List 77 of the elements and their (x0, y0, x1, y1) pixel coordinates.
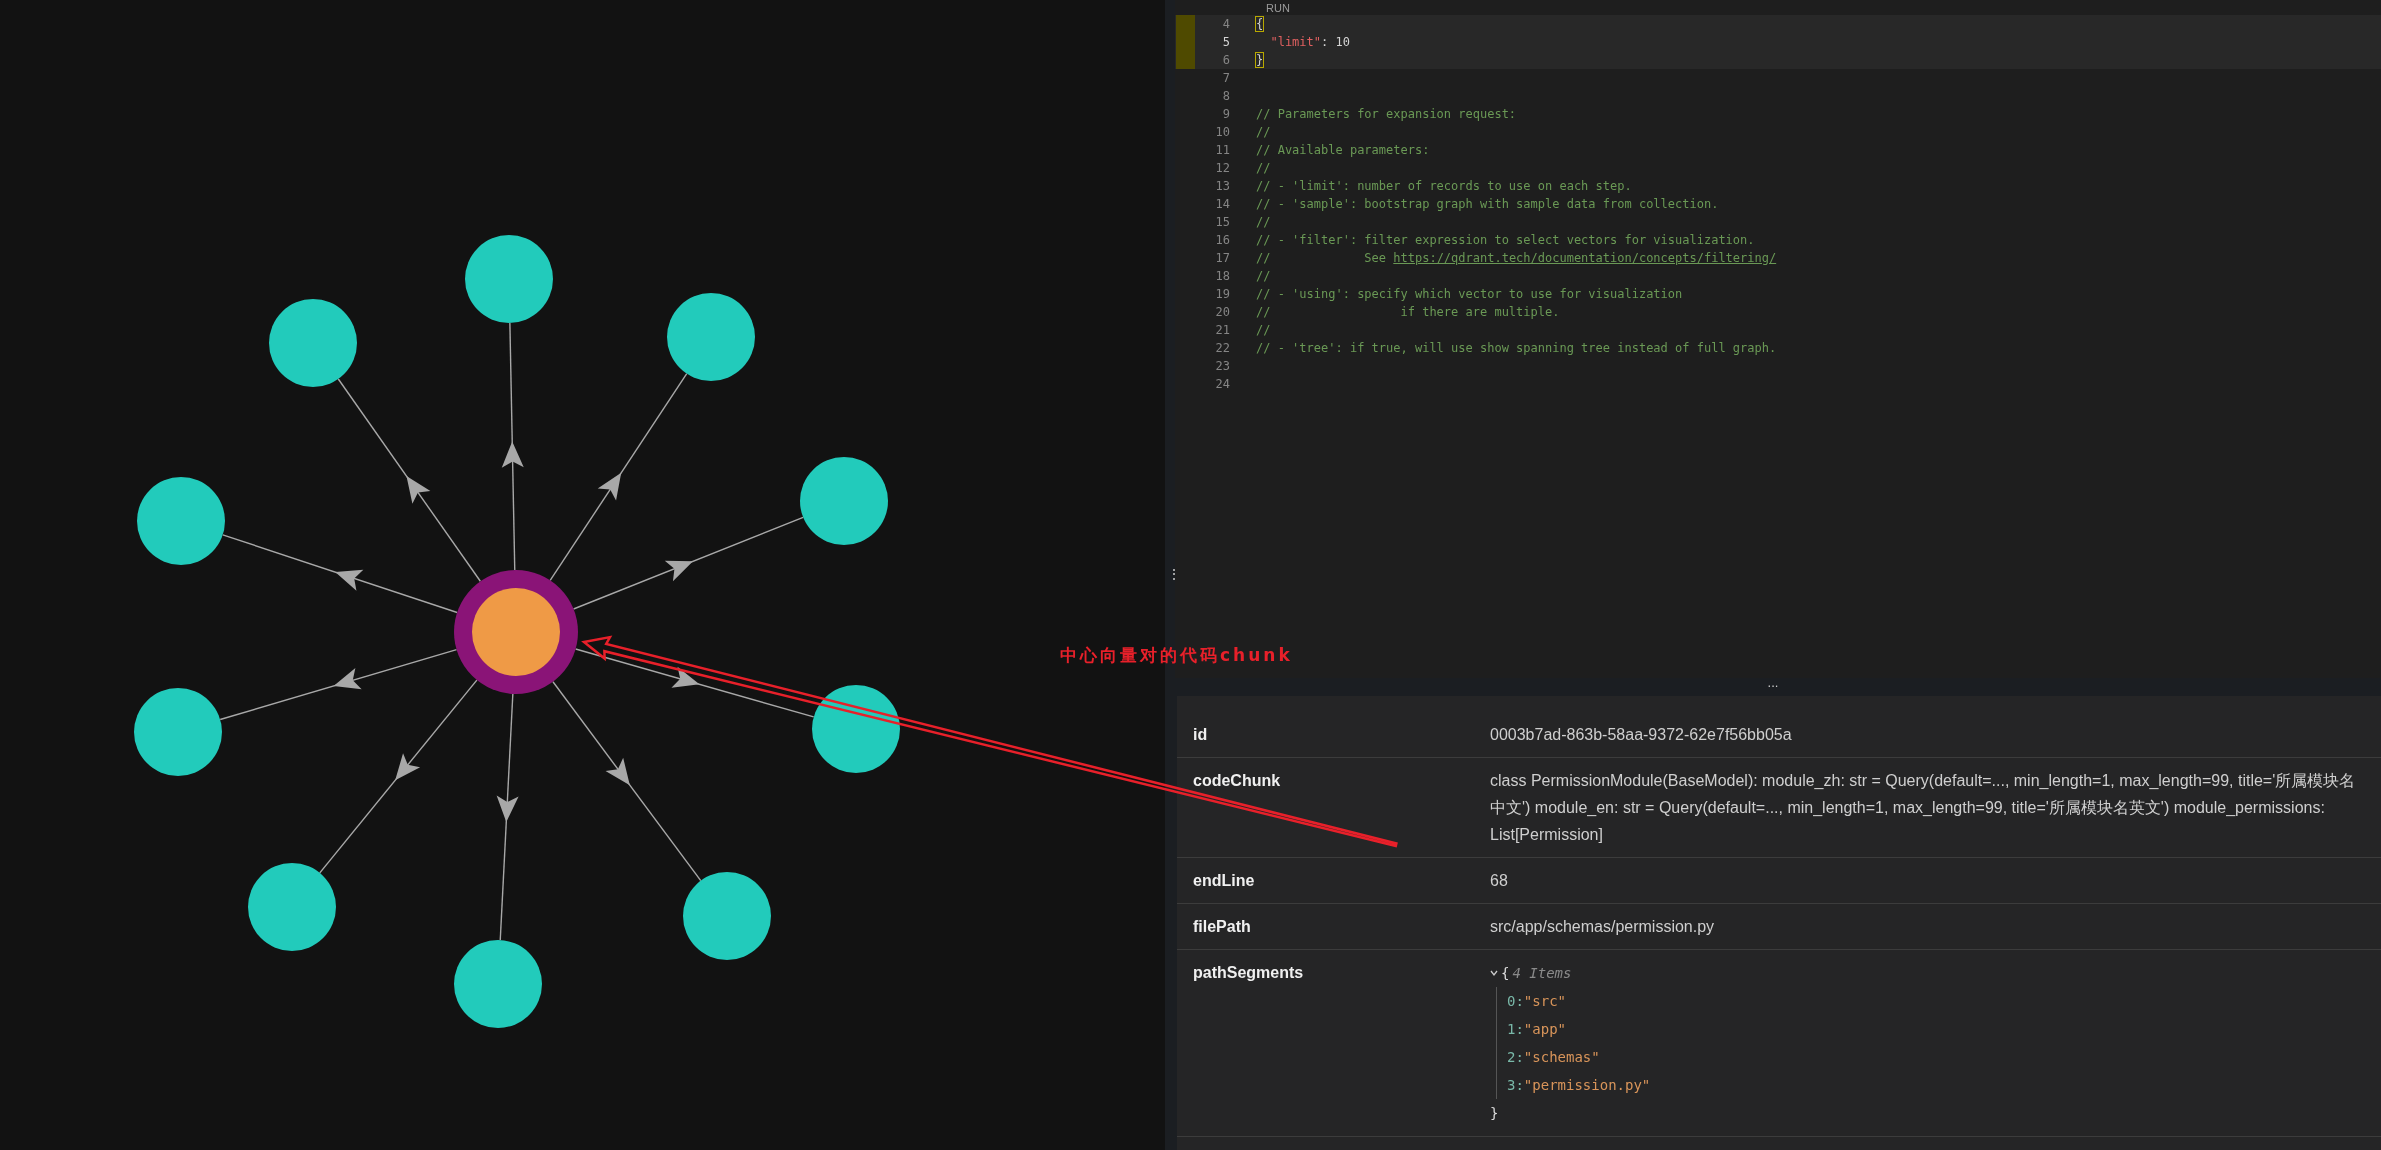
line-number: 20 (1214, 305, 1230, 319)
item-count: 4 Items (1512, 964, 1572, 983)
line-number: 8 (1221, 89, 1230, 103)
field-value: src/app/schemas/permission.py (1490, 917, 1715, 937)
resize-handle[interactable]: ... (1767, 678, 1779, 688)
resize-handle[interactable]: ⋮ (1167, 566, 1181, 582)
array-index: 1: (1507, 1020, 1524, 1039)
code-line: // (1256, 125, 1271, 139)
caret-icon[interactable] (1490, 969, 1498, 977)
field-key: pathSegments (1193, 959, 1304, 986)
line-number: 23 (1214, 359, 1230, 373)
line-number: 18 (1214, 269, 1230, 283)
line-number: 9 (1221, 107, 1230, 121)
field-key: filePath (1193, 913, 1251, 940)
line-number: 21 (1214, 323, 1230, 337)
line-number: 4 (1221, 17, 1230, 31)
array-value: "schemas" (1523, 1048, 1600, 1067)
code-line: // - 'filter': filter expression to select vectors for visualization. (1256, 233, 1755, 247)
graph-node[interactable] (248, 863, 336, 951)
code-line: { (1256, 17, 1264, 31)
code-line: // Available parameters: (1256, 143, 1430, 157)
line-number: 16 (1214, 233, 1230, 247)
code-line: // - 'using': specify which vector to use for visualization (1256, 287, 1683, 301)
graph-node[interactable] (137, 477, 225, 565)
field-value: 68 (1490, 871, 1508, 891)
line-number: 6 (1221, 53, 1230, 67)
run-label[interactable]: RUN (1266, 2, 1290, 15)
code-line: // Parameters for expansion request: (1256, 107, 1517, 121)
array-value: "permission.py" (1523, 1076, 1651, 1095)
field-value: class PermissionModule(BaseModel): module_zh: str = Query(default=..., min_length=1, max_length=99, title='所属模块名中文') module_en: str = Query(default=..., min_length=1, max_length=99, title='所属模块名英文') module_permissions: List[Permission] (1490, 771, 2357, 845)
graph-node[interactable] (465, 235, 553, 323)
field-key: id (1193, 721, 1208, 748)
code-line: // See https://qdrant.tech/documentation/concepts/filtering/ (1256, 251, 1777, 265)
array-index: 2: (1507, 1048, 1524, 1067)
line-number: 7 (1221, 71, 1230, 85)
line-number: 24 (1214, 377, 1230, 391)
annotation-text: 中心向量对的代码chunk (1060, 644, 1293, 667)
line-number: 17 (1214, 251, 1230, 265)
line-number: 19 (1214, 287, 1230, 301)
line-number: 13 (1214, 179, 1230, 193)
code-line: "limit": 10 (1269, 35, 1350, 49)
code-line: // - 'tree': if true, will use show spanning tree instead of full graph. (1256, 341, 1777, 355)
code-line: // - 'limit': number of records to use on each step. (1256, 179, 1632, 193)
graph-node[interactable] (454, 940, 542, 1028)
line-number: 11 (1214, 143, 1230, 157)
graph-node[interactable] (683, 872, 771, 960)
line-number: 12 (1214, 161, 1230, 175)
graph-node[interactable] (667, 293, 755, 381)
code-line: // if there are multiple. (1256, 305, 1560, 319)
code-line: // (1256, 161, 1271, 175)
array-index: 0: (1507, 992, 1524, 1011)
doc-link[interactable]: https://qdrant.tech/documentation/concepts/filtering/ (1393, 251, 1777, 265)
graph-node[interactable] (812, 685, 900, 773)
graph-node[interactable] (269, 299, 357, 387)
line-number: 5 (1221, 35, 1230, 49)
line-number: 15 (1214, 215, 1230, 229)
code-line: } (1256, 53, 1264, 67)
line-number: 14 (1214, 197, 1230, 211)
array-value: "app" (1523, 1020, 1566, 1039)
code-line: // (1256, 323, 1271, 337)
brace: { (1501, 964, 1510, 983)
graph-node[interactable] (134, 688, 222, 776)
code-line: // (1256, 215, 1271, 229)
code-line: // (1256, 269, 1271, 283)
field-value: 0003b7ad-863b-58aa-9372-62e7f56bb05a (1490, 725, 1792, 745)
array-value: "src" (1523, 992, 1566, 1011)
field-key: codeChunk (1193, 767, 1281, 794)
gutter-marker (1176, 15, 1195, 33)
array-index: 3: (1507, 1076, 1524, 1095)
field-key: endLine (1193, 867, 1255, 894)
graph-node[interactable] (800, 457, 888, 545)
line-number: 22 (1214, 341, 1230, 355)
brace: } (1490, 1104, 1499, 1123)
code-line: // - 'sample': bootstrap graph with sample data from collection. (1256, 197, 1719, 211)
line-number: 10 (1214, 125, 1230, 139)
center-node[interactable] (454, 570, 578, 694)
gutter-marker (1176, 51, 1195, 69)
